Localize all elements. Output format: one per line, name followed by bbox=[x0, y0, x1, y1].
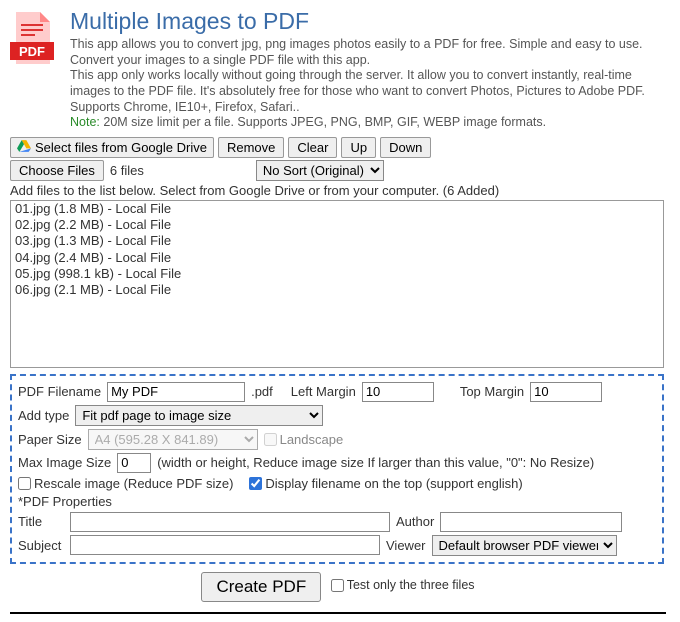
gdrive-button-label: Select files from Google Drive bbox=[35, 140, 207, 155]
subject-label: Subject bbox=[18, 538, 64, 553]
divider bbox=[10, 612, 666, 614]
viewer-select[interactable]: Default browser PDF viewer bbox=[432, 535, 617, 556]
note-text: 20M size limit per a file. Supports JPEG… bbox=[100, 115, 546, 129]
paper-size-label: Paper Size bbox=[18, 432, 82, 447]
landscape-label: Landscape bbox=[280, 432, 344, 447]
left-margin-label: Left Margin bbox=[291, 384, 356, 399]
title-label: Title bbox=[18, 514, 64, 529]
display-filename-checkbox[interactable] bbox=[249, 477, 262, 490]
list-item[interactable]: 05.jpg (998.1 kB) - Local File bbox=[15, 266, 659, 282]
list-item[interactable]: 06.jpg (2.1 MB) - Local File bbox=[15, 282, 659, 298]
max-image-size-input[interactable] bbox=[117, 453, 151, 473]
description-2: This app only works locally without goin… bbox=[70, 68, 666, 115]
pdf-filename-input[interactable] bbox=[107, 382, 245, 402]
pdf-properties-heading: *PDF Properties bbox=[18, 494, 656, 509]
list-item[interactable]: 03.jpg (1.3 MB) - Local File bbox=[15, 233, 659, 249]
note-line: Note: 20M size limit per a file. Support… bbox=[70, 115, 666, 131]
author-label: Author bbox=[396, 514, 434, 529]
gdrive-icon bbox=[17, 140, 31, 155]
max-image-size-hint: (width or height, Reduce image size If l… bbox=[157, 455, 594, 470]
add-type-label: Add type bbox=[18, 408, 69, 423]
clear-button[interactable]: Clear bbox=[288, 137, 337, 158]
options-panel: PDF Filename .pdf Left Margin Top Margin… bbox=[10, 374, 664, 564]
instruction-text: Add files to the list below. Select from… bbox=[10, 183, 666, 198]
pdf-ext-label: .pdf bbox=[251, 384, 273, 399]
file-list[interactable]: 01.jpg (1.8 MB) - Local File 02.jpg (2.2… bbox=[10, 200, 664, 368]
list-item[interactable]: 01.jpg (1.8 MB) - Local File bbox=[15, 201, 659, 217]
choose-files-button[interactable]: Choose Files bbox=[10, 160, 104, 181]
up-button[interactable]: Up bbox=[341, 137, 376, 158]
pdf-filename-label: PDF Filename bbox=[18, 384, 101, 399]
viewer-label: Viewer bbox=[386, 538, 426, 553]
select-from-gdrive-button[interactable]: Select files from Google Drive bbox=[10, 137, 214, 158]
landscape-checkbox[interactable] bbox=[264, 433, 277, 446]
page-title: Multiple Images to PDF bbox=[70, 8, 666, 35]
description-1: This app allows you to convert jpg, png … bbox=[70, 37, 666, 68]
author-input[interactable] bbox=[440, 512, 622, 532]
down-button[interactable]: Down bbox=[380, 137, 431, 158]
top-margin-label: Top Margin bbox=[460, 384, 524, 399]
subject-input[interactable] bbox=[70, 535, 380, 555]
left-margin-input[interactable] bbox=[362, 382, 434, 402]
list-item[interactable]: 02.jpg (2.2 MB) - Local File bbox=[15, 217, 659, 233]
remove-button[interactable]: Remove bbox=[218, 137, 284, 158]
paper-size-select[interactable]: A4 (595.28 X 841.89) bbox=[88, 429, 258, 450]
pdf-icon: PDF bbox=[10, 8, 60, 131]
file-count-label: 6 files bbox=[110, 163, 144, 178]
note-label: Note: bbox=[70, 115, 100, 129]
svg-text:PDF: PDF bbox=[19, 44, 45, 59]
test-only-label: Test only the three files bbox=[347, 578, 475, 592]
rescale-checkbox[interactable] bbox=[18, 477, 31, 490]
rescale-label: Rescale image (Reduce PDF size) bbox=[34, 476, 233, 491]
sort-select[interactable]: No Sort (Original) bbox=[256, 160, 384, 181]
list-item[interactable]: 04.jpg (2.4 MB) - Local File bbox=[15, 250, 659, 266]
max-image-size-label: Max Image Size bbox=[18, 455, 111, 470]
top-margin-input[interactable] bbox=[530, 382, 602, 402]
display-filename-label: Display filename on the top (support eng… bbox=[265, 476, 522, 491]
add-type-select[interactable]: Fit pdf page to image size bbox=[75, 405, 323, 426]
create-pdf-button[interactable]: Create PDF bbox=[201, 572, 321, 602]
title-input[interactable] bbox=[70, 512, 390, 532]
